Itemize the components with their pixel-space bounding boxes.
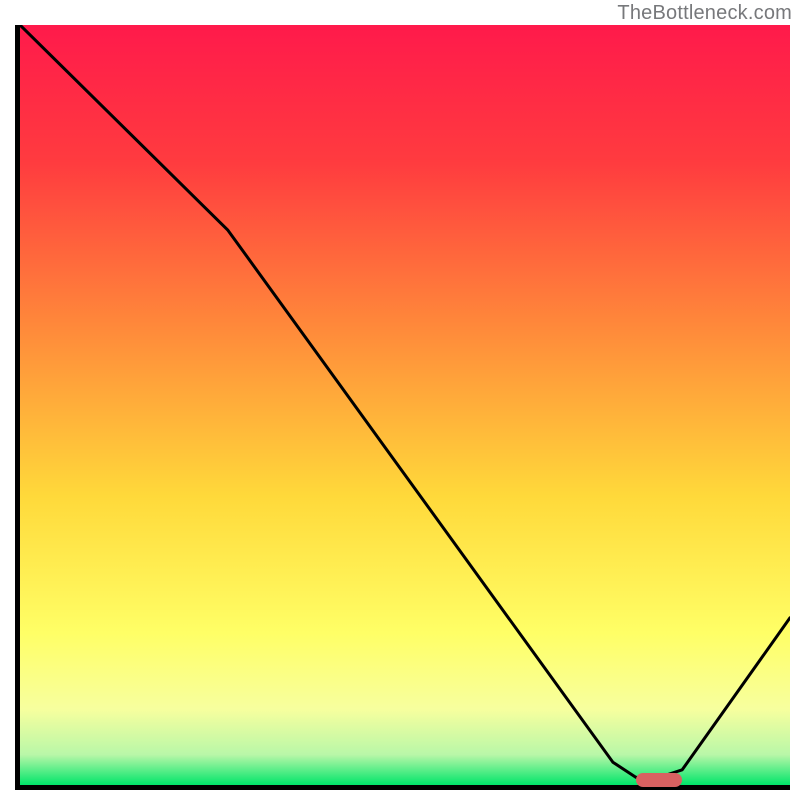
- bottleneck-chart: TheBottleneck.com: [0, 0, 800, 800]
- gradient-background: [20, 25, 790, 785]
- watermark-text: TheBottleneck.com: [617, 2, 792, 25]
- optimal-range-marker: [636, 773, 682, 787]
- plot-area: [15, 25, 790, 790]
